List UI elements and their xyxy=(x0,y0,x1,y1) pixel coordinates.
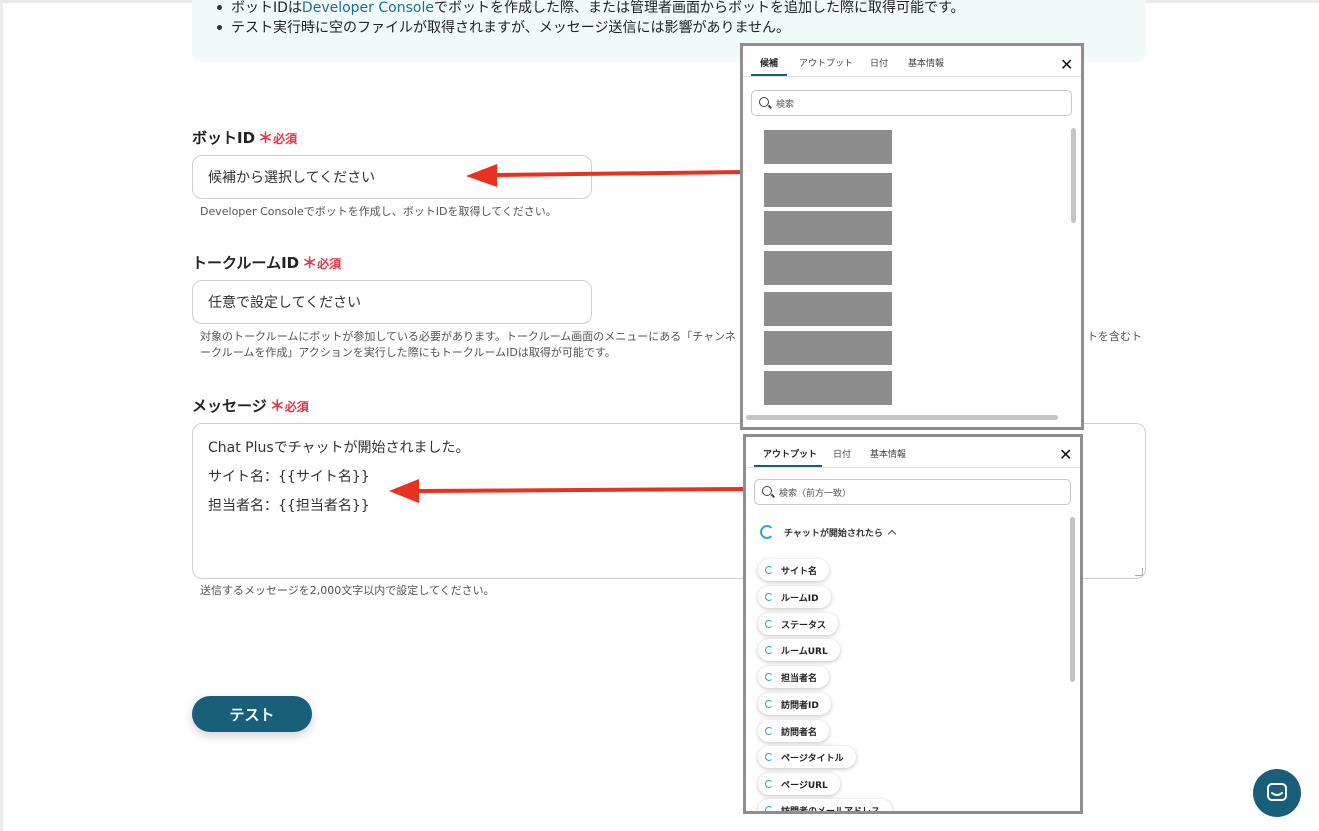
output-item-label: 訪問者ID xyxy=(781,700,819,711)
bot-id-placeholder: 候補から選択してください xyxy=(208,170,376,186)
chat-plus-logo-icon xyxy=(765,727,773,735)
active-tab-indicator xyxy=(754,465,822,467)
horizontal-scrollbar[interactable] xyxy=(746,415,1058,420)
chat-plus-logo-icon xyxy=(765,753,773,761)
notice-item: テスト実行時に空のファイルが取得されますが、メッセージ送信には影響がありません。 xyxy=(214,18,965,38)
room-id-label: トークルームID ＊必須 xyxy=(192,252,341,273)
message-label: メッセージ ＊必須 xyxy=(192,395,309,416)
candidate-item-redacted[interactable] xyxy=(764,173,892,207)
output-item[interactable]: ページタイトル xyxy=(758,746,856,768)
chat-plus-logo-icon xyxy=(765,780,773,788)
output-item[interactable]: ページURL xyxy=(758,773,840,795)
tab-date[interactable]: 日付 xyxy=(870,56,888,69)
bot-id-help: Developer Consoleでボットを作成し、ボットIDを取得してください… xyxy=(200,205,557,218)
output-item[interactable]: ルームID xyxy=(758,586,831,608)
candidates-search-input[interactable]: 検索 xyxy=(751,90,1072,116)
close-icon[interactable]: ✕ xyxy=(1060,57,1073,73)
required-asterisk: ＊ xyxy=(269,397,285,415)
output-search-input[interactable]: 検索（前方一致） xyxy=(754,479,1071,505)
candidate-item-redacted[interactable] xyxy=(764,292,892,326)
chat-plus-logo-icon xyxy=(765,593,773,601)
test-button[interactable]: テスト xyxy=(192,696,312,732)
output-item-label: ルームID xyxy=(781,593,819,604)
active-tab-indicator xyxy=(751,74,787,76)
chat-bubble-icon xyxy=(1267,783,1287,801)
output-item-label: 訪問者のメールアドレス xyxy=(781,806,881,814)
notice-list: ボットIDはDeveloper Consoleでボットを作成した際、または管理者… xyxy=(214,0,965,38)
required-badge: 必須 xyxy=(317,257,342,271)
chat-plus-logo-icon xyxy=(765,806,773,811)
required-badge: 必須 xyxy=(273,132,298,146)
output-item-label: 訪問者名 xyxy=(781,727,818,738)
candidates-tabs: 候補 アウトプット 日付 基本情報 xyxy=(743,46,1081,77)
candidate-item-redacted[interactable] xyxy=(764,130,892,164)
group-title: チャットが開始されたら xyxy=(784,528,883,539)
output-item-label: ルームURL xyxy=(781,646,828,657)
notice-item: ボットIDはDeveloper Consoleでボットを作成した際、または管理者… xyxy=(214,0,965,18)
candidate-item-redacted[interactable] xyxy=(764,251,892,285)
search-placeholder: 検索（前方一致） xyxy=(779,488,852,499)
tab-candidates[interactable]: 候補 xyxy=(760,56,778,69)
output-item[interactable]: 訪問者ID xyxy=(758,693,831,715)
tab-date[interactable]: 日付 xyxy=(833,447,851,460)
output-item-partial[interactable]: 訪問者のメールアドレス xyxy=(758,799,893,814)
field-label-text: トークルームID xyxy=(192,254,300,272)
candidate-item-redacted[interactable] xyxy=(764,371,892,405)
chat-plus-logo-icon xyxy=(765,566,773,574)
message-help: 送信するメッセージを2,000文字以内で設定してください。 xyxy=(200,584,495,597)
tab-basic-info[interactable]: 基本情報 xyxy=(908,56,944,69)
chevron-up-icon xyxy=(887,529,897,538)
search-placeholder: 検索 xyxy=(776,99,795,110)
output-item[interactable]: サイト名 xyxy=(758,559,830,581)
chat-plus-logo-icon xyxy=(765,620,773,628)
candidates-popup: 候補 アウトプット 日付 基本情報 ✕ 検索 xyxy=(740,43,1084,430)
chat-plus-logo-icon xyxy=(765,700,773,708)
output-item-label: ページURL xyxy=(781,780,828,791)
chat-launcher-button[interactable] xyxy=(1253,769,1301,817)
room-id-help-line1-left: 対象のトークルームにボットが参加している必要があります。トークルーム画面のメニュ… xyxy=(200,330,736,343)
output-tabs: アウトプット 日付 基本情報 xyxy=(746,437,1080,468)
output-item-label: ステータス xyxy=(781,620,827,631)
output-item-label: 担当者名 xyxy=(781,673,818,684)
output-item[interactable]: 訪問者名 xyxy=(758,720,830,742)
left-border xyxy=(0,0,3,831)
developer-console-link[interactable]: Developer Console xyxy=(302,0,434,16)
vertical-scrollbar[interactable] xyxy=(1070,517,1075,682)
notice-text: でボットを作成した際、または管理者画面からボットを追加した際に取得可能です。 xyxy=(433,0,965,16)
notice-text: テスト実行時に空のファイルが取得されますが、メッセージ送信には影響がありません。 xyxy=(231,20,791,36)
output-group-header[interactable]: チャットが開始されたら xyxy=(760,525,897,539)
required-asterisk: ＊ xyxy=(258,129,274,147)
tab-basic-info[interactable]: 基本情報 xyxy=(870,447,906,460)
required-asterisk: ＊ xyxy=(302,254,318,272)
candidate-item-redacted[interactable] xyxy=(764,211,892,245)
chat-plus-logo-icon xyxy=(765,646,773,654)
output-popup: アウトプット 日付 基本情報 ✕ 検索（前方一致） チャットが開始されたら サイ… xyxy=(743,434,1083,814)
room-id-help-line2: ークルームを作成」アクションを実行した際にもトークルームIDは取得が可能です。 xyxy=(200,346,616,359)
required-badge: 必須 xyxy=(284,400,309,414)
vertical-scrollbar[interactable] xyxy=(1071,128,1076,223)
field-label-text: ボットID xyxy=(192,129,256,147)
room-id-input[interactable]: 任意で設定してください xyxy=(192,280,592,324)
chat-plus-logo-icon xyxy=(765,673,773,681)
bot-id-select[interactable]: 候補から選択してください xyxy=(192,155,592,199)
chat-plus-logo-icon xyxy=(760,525,774,539)
room-id-placeholder: 任意で設定してください xyxy=(208,295,362,311)
search-icon xyxy=(759,97,769,107)
tab-output[interactable]: アウトプット xyxy=(799,56,853,69)
output-item-label: サイト名 xyxy=(781,566,818,577)
output-item-label: ページタイトル xyxy=(781,753,844,764)
close-icon[interactable]: ✕ xyxy=(1059,447,1072,463)
output-item[interactable]: 担当者名 xyxy=(758,666,830,688)
output-item[interactable]: ルームURL xyxy=(758,639,840,661)
search-icon xyxy=(762,486,772,496)
resize-handle[interactable] xyxy=(1135,568,1143,576)
notice-text: ボットIDは xyxy=(231,0,302,16)
field-label-text: メッセージ xyxy=(192,397,267,415)
candidate-item-redacted[interactable] xyxy=(764,331,892,365)
bot-id-label: ボットID ＊必須 xyxy=(192,127,297,148)
output-item[interactable]: ステータス xyxy=(758,613,839,635)
room-id-help-line1-right: トを含むト xyxy=(1087,330,1142,343)
tab-output[interactable]: アウトプット xyxy=(763,447,817,460)
